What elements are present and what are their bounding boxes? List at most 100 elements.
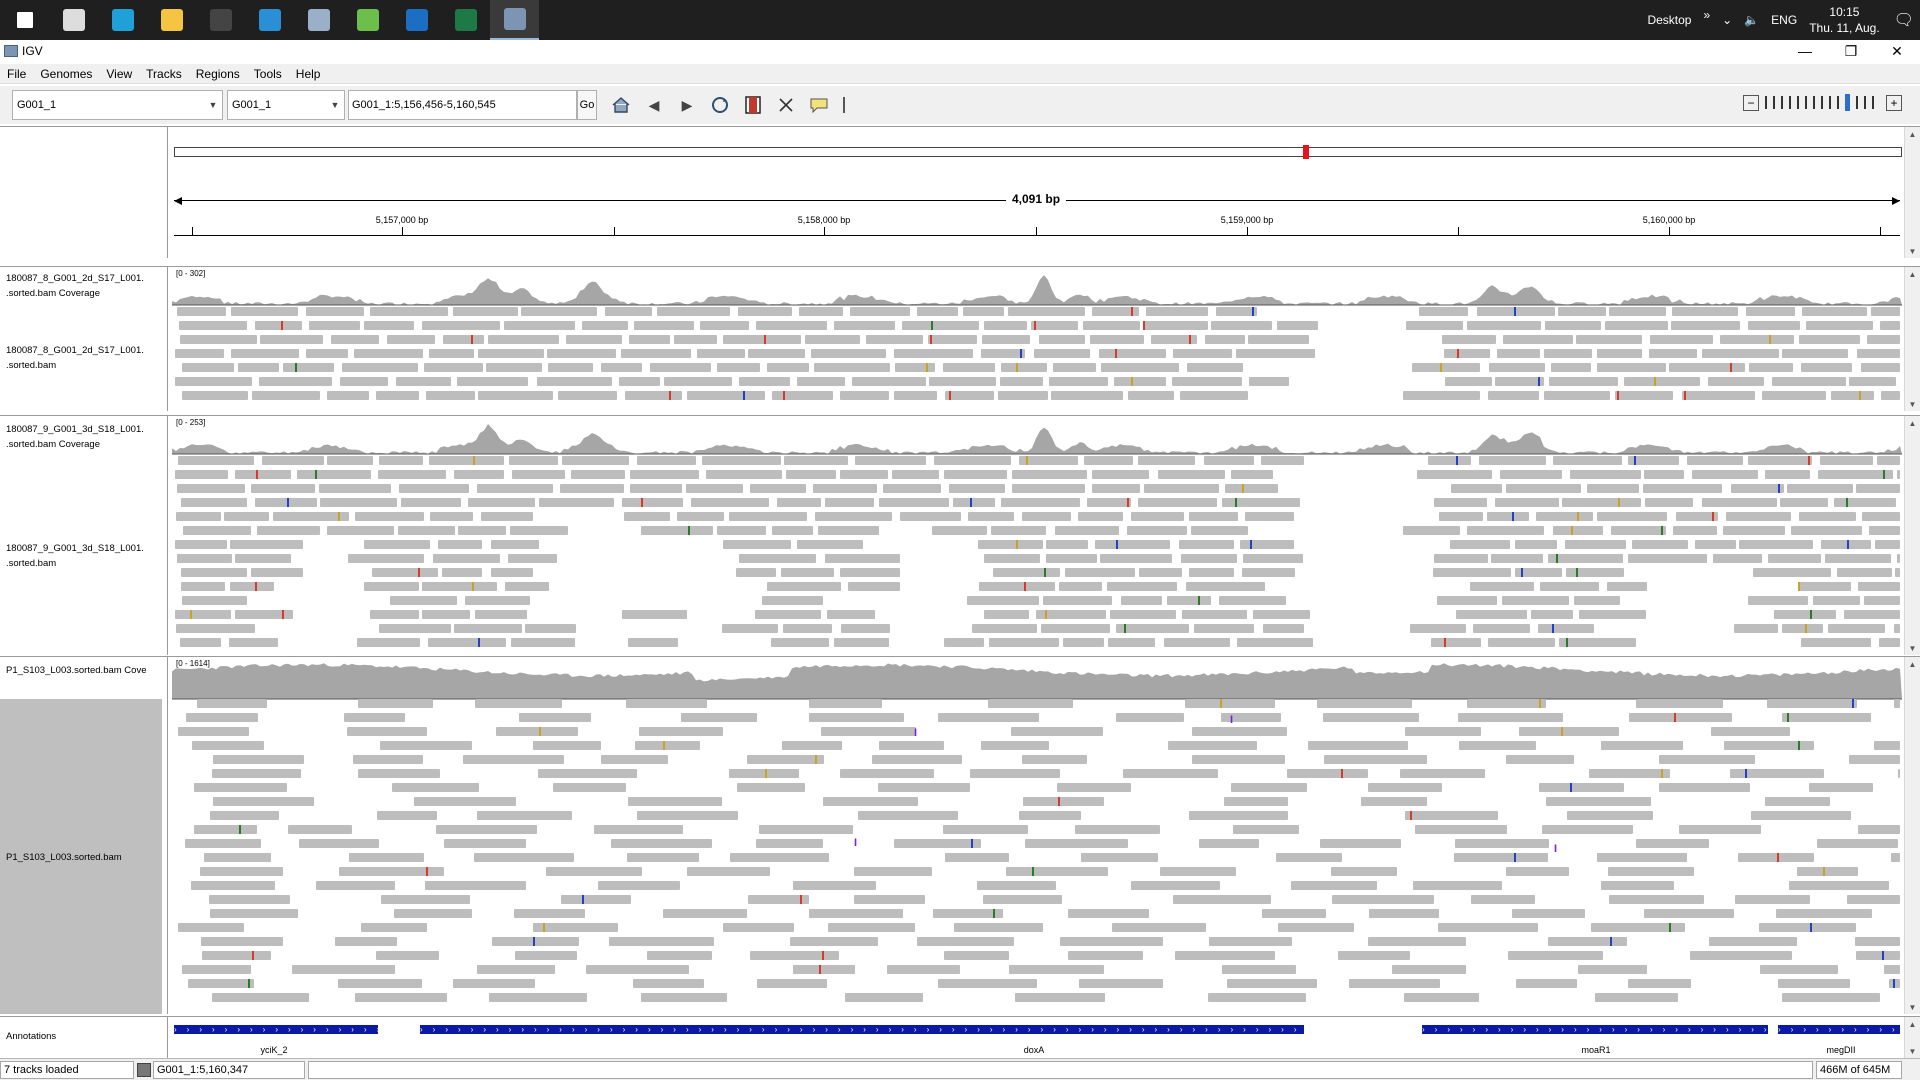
aligned-read[interactable] (401, 498, 462, 507)
aligned-read[interactable] (853, 895, 925, 904)
aligned-read[interactable] (622, 498, 684, 507)
aligned-read[interactable] (1361, 797, 1427, 806)
aligned-read[interactable] (1542, 825, 1633, 834)
aligned-read[interactable] (456, 377, 528, 386)
aligned-read[interactable] (954, 923, 1044, 932)
aligned-read[interactable] (883, 484, 942, 493)
aligned-read[interactable] (879, 741, 944, 750)
aligned-read[interactable] (296, 470, 372, 479)
aligned-read[interactable] (747, 895, 809, 904)
aligned-read[interactable] (1035, 610, 1106, 619)
aligned-read[interactable] (808, 713, 904, 722)
aligned-read[interactable] (338, 867, 444, 876)
notepad-taskbar-button[interactable] (343, 0, 392, 40)
aligned-read[interactable] (1012, 470, 1088, 479)
aligned-read[interactable] (1459, 741, 1537, 750)
aligned-read[interactable] (1404, 727, 1481, 736)
aligned-read[interactable] (376, 951, 440, 960)
aligned-read[interactable] (377, 470, 446, 479)
aligned-read[interactable] (1836, 568, 1892, 577)
clock[interactable]: 10:15 Thu. 11, Aug. (1809, 4, 1880, 36)
aligned-read[interactable] (1631, 540, 1688, 549)
coverage-histogram[interactable] (172, 657, 1902, 701)
aligned-read[interactable] (458, 526, 506, 535)
zoom-tick[interactable] (1837, 96, 1839, 109)
ruler-scrollbar[interactable]: ▲ ▼ (1904, 127, 1920, 258)
sample1-scrollbar[interactable]: ▲ ▼ (1904, 267, 1920, 411)
aligned-read[interactable] (799, 307, 844, 316)
aligned-read[interactable] (969, 769, 1061, 778)
aligned-read[interactable] (1750, 811, 1852, 820)
aligned-read[interactable] (938, 979, 1037, 988)
aligned-read[interactable] (1790, 526, 1862, 535)
aligned-read[interactable] (1801, 307, 1868, 316)
aligned-read[interactable] (1831, 391, 1874, 400)
aligned-read[interactable] (840, 769, 934, 778)
aligned-read[interactable] (182, 363, 234, 372)
aligned-read[interactable] (1735, 895, 1811, 904)
aligned-read[interactable] (681, 713, 758, 722)
aligned-read[interactable] (1702, 498, 1778, 507)
aligned-read[interactable] (1188, 811, 1289, 820)
aligned-read[interactable] (486, 363, 543, 372)
aligned-read[interactable] (1193, 624, 1254, 633)
aligned-read[interactable] (1226, 979, 1317, 988)
aligned-read[interactable] (1566, 568, 1624, 577)
aligned-read[interactable] (1820, 540, 1872, 549)
aligned-read[interactable] (1748, 321, 1800, 330)
aligned-read[interactable] (318, 484, 391, 493)
excel-taskbar-button[interactable] (441, 0, 490, 40)
aligned-read[interactable] (1000, 363, 1048, 372)
aligned-read[interactable] (1767, 699, 1857, 708)
coverage-histogram[interactable] (172, 267, 1902, 307)
aligned-read[interactable] (1538, 783, 1625, 792)
aligned-read[interactable] (1112, 923, 1207, 932)
aligned-read[interactable] (1627, 456, 1679, 465)
aligned-read[interactable] (1854, 937, 1900, 946)
aligned-read[interactable] (1596, 512, 1668, 521)
aligned-read[interactable] (200, 867, 283, 876)
aligned-read[interactable] (327, 526, 395, 535)
aligned-read[interactable] (1738, 853, 1814, 862)
aligned-read[interactable] (1753, 568, 1831, 577)
aligned-read[interactable] (977, 881, 1057, 890)
menu-file[interactable]: File (0, 67, 33, 81)
aligned-read[interactable] (1216, 307, 1258, 316)
sample2-data-area[interactable]: [0 - 253] (172, 416, 1902, 655)
aligned-read[interactable] (1021, 512, 1071, 521)
aligned-read[interactable] (1645, 498, 1694, 507)
aligned-read[interactable] (252, 391, 321, 400)
aligned-read[interactable] (547, 349, 616, 358)
aligned-read[interactable] (1558, 307, 1606, 316)
aligned-read[interactable] (820, 727, 916, 736)
aligned-read[interactable] (504, 582, 550, 591)
aligned-read[interactable] (1650, 335, 1714, 344)
aligned-read[interactable] (991, 526, 1047, 535)
aligned-read[interactable] (391, 783, 480, 792)
aligned-read[interactable] (1597, 363, 1666, 372)
aligned-read[interactable] (1109, 610, 1176, 619)
aligned-read[interactable] (857, 811, 958, 820)
aligned-read[interactable] (1503, 335, 1573, 344)
aligned-read[interactable] (1781, 993, 1880, 1002)
aligned-read[interactable] (610, 839, 712, 848)
aligned-read[interactable] (1781, 713, 1872, 722)
aligned-read[interactable] (478, 391, 554, 400)
aligned-read[interactable] (379, 741, 472, 750)
aligned-read[interactable] (346, 727, 428, 736)
aligned-read[interactable] (685, 484, 744, 493)
aligned-read[interactable] (396, 377, 451, 386)
aligned-read[interactable] (1749, 363, 1793, 372)
aligned-read[interactable] (934, 456, 1012, 465)
aligned-read[interactable] (766, 582, 841, 591)
aligned-read[interactable] (1120, 596, 1163, 605)
aligned-read[interactable] (509, 526, 568, 535)
aligned-read[interactable] (190, 881, 275, 890)
aligned-read[interactable] (1123, 769, 1219, 778)
aligned-read[interactable] (891, 470, 939, 479)
aligned-read[interactable] (180, 582, 226, 591)
aligned-read[interactable] (855, 456, 927, 465)
aligned-read[interactable] (256, 526, 321, 535)
aligned-read[interactable] (840, 624, 890, 633)
scroll-down-icon[interactable]: ▼ (1905, 1000, 1920, 1014)
